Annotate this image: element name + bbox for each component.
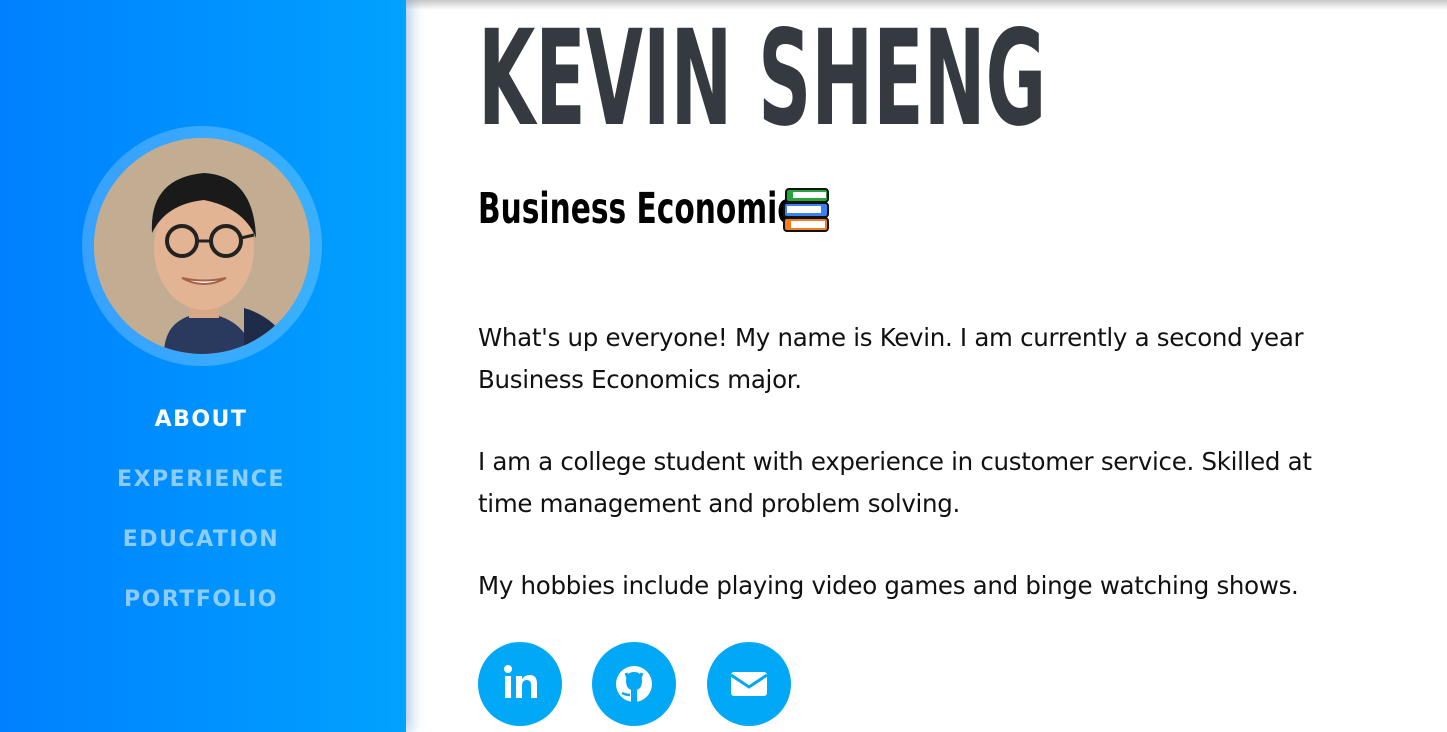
books-emoji-icon	[783, 188, 829, 232]
envelope-icon	[730, 672, 768, 696]
linkedin-icon	[504, 665, 537, 698]
page-title: KEVIN SHENG	[478, 2, 1047, 156]
about-paragraph: My hobbies include playing video games a…	[478, 571, 1299, 600]
nav-item-about[interactable]: ABOUT	[0, 395, 402, 455]
nav-item-experience[interactable]: EXPERIENCE	[0, 455, 402, 515]
profile-photo	[94, 138, 310, 354]
avatar	[94, 138, 310, 354]
about-paragraph: I am a college student with experience i…	[478, 447, 1312, 518]
about-section: KEVIN SHENG Business Economics What's up…	[478, 0, 1418, 732]
github-icon	[616, 666, 652, 702]
nav-item-portfolio[interactable]: PORTFOLIO	[0, 575, 402, 635]
sidebar-nav: ABOUT EXPERIENCE EDUCATION PORTFOLIO	[0, 395, 402, 635]
email-button[interactable]	[707, 642, 791, 726]
about-paragraph: What's up everyone! My name is Kevin. I …	[478, 323, 1304, 394]
github-button[interactable]	[592, 642, 676, 726]
subtitle: Business Economics	[478, 184, 813, 234]
linkedin-button[interactable]	[478, 642, 562, 726]
sidebar: ABOUT EXPERIENCE EDUCATION PORTFOLIO	[0, 0, 406, 732]
top-shadow	[406, 0, 1447, 10]
nav-item-education[interactable]: EDUCATION	[0, 515, 402, 575]
avatar-ring	[82, 126, 322, 366]
